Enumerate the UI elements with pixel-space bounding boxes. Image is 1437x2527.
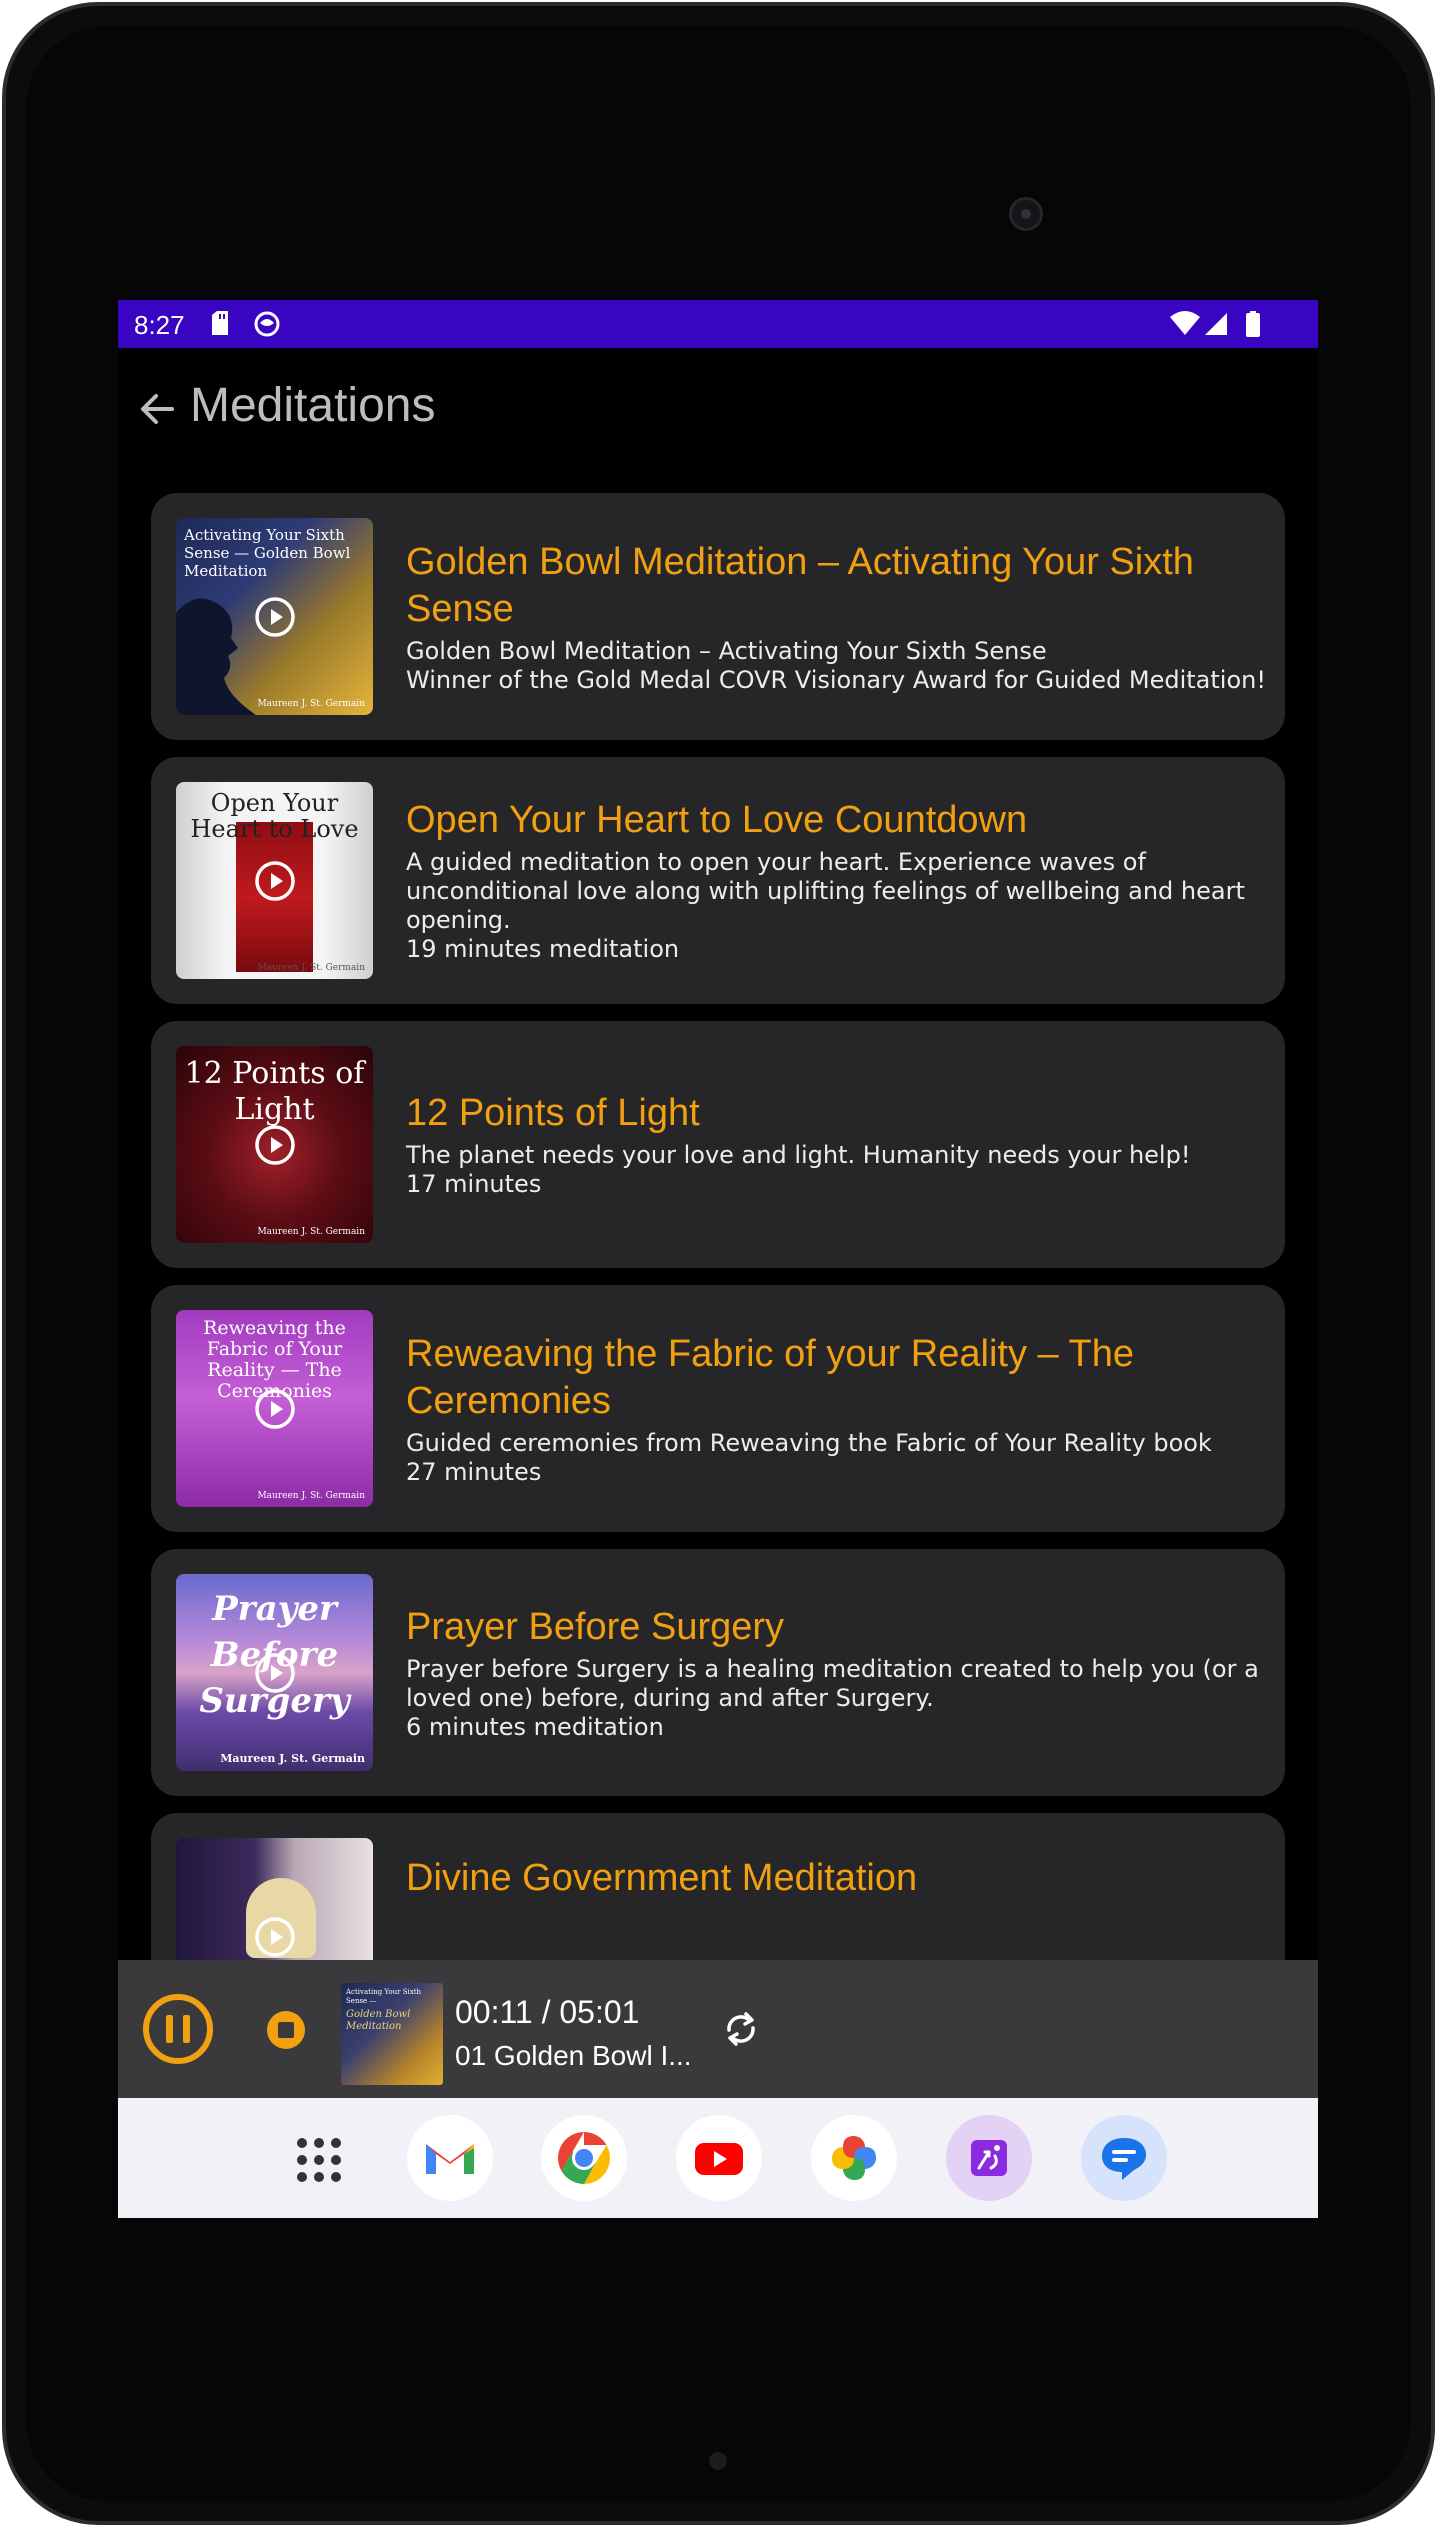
wifi-icon [1170,311,1200,335]
meditation-title: Prayer Before Surgery [406,1605,785,1648]
meditation-thumbnail: Open Your Heart to Love Maureen J. St. G… [176,782,373,979]
play-icon[interactable] [254,596,296,638]
meditation-thumbnail: Prayer Before Surgery Maureen J. St. Ger… [176,1574,373,1771]
stop-icon[interactable] [266,2010,306,2050]
meditation-info: Open Your Heart to Love Countdown A guid… [406,757,1275,1004]
chrome-icon[interactable] [541,2115,627,2201]
app-notification-icon [254,311,280,337]
play-icon[interactable] [254,1388,296,1430]
now-playing-thumbnail: Activating Your Sixth Sense — Golden Bow… [341,1983,443,2085]
play-icon[interactable] [254,1916,296,1958]
meditation-description: A guided meditation to open your heart. … [406,848,1245,934]
bottom-sensor [709,2452,727,2470]
meditation-title: Reweaving the Fabric of your Reality – T… [406,1332,1134,1422]
meditation-detail: 27 minutes [406,1457,542,1486]
repeat-icon[interactable] [720,2008,762,2050]
app-dock [118,2098,1318,2218]
screen: 8:27 Meditations Activating Your Sixth S… [118,300,1318,2218]
meditation-title: Golden Bowl Meditation – Activating Your… [406,540,1194,630]
meditation-card[interactable]: Open Your Heart to Love Maureen J. St. G… [151,757,1285,1004]
meditation-card[interactable]: 12 Points of Light Maureen J. St. Germai… [151,1021,1285,1268]
playback-time: 00:11 / 05:01 [455,1994,640,2030]
meditation-description: Prayer before Surgery is a healing medit… [406,1654,1259,1712]
thumbnail-author: Maureen J. St. Germain [257,963,365,973]
meditation-detail: 19 minutes meditation [406,935,680,963]
meditation-info: 12 Points of Light The planet needs your… [406,1021,1275,1268]
meditation-info: Golden Bowl Meditation – Activating Your… [406,493,1275,740]
status-time: 8:27 [134,310,185,340]
thumbnail-caption: 12 Points of Light [184,1056,365,1127]
meditation-detail: 6 minutes meditation [406,1712,664,1741]
sd-card-icon [212,311,228,335]
meditation-description: Guided ceremonies from Reweaving the Fab… [406,1428,1212,1457]
thumbnail-caption: Open Your Heart to Love [190,789,359,843]
status-bar: 8:27 [118,300,1318,348]
play-icon[interactable] [254,860,296,902]
meditation-detail: Winner of the Gold Medal COVR Visionary … [406,665,1266,694]
cellular-signal-icon [1205,313,1227,335]
pause-icon[interactable] [142,1993,214,2065]
meditation-description: Golden Bowl Meditation – Activating Your… [406,636,1047,665]
google-photos-icon[interactable] [811,2115,897,2201]
thumbnail-author: Maureen J. St. Germain [220,1752,365,1765]
battery-icon [1246,311,1260,337]
meditation-thumbnail: Reweaving the Fabric of Your Reality — T… [176,1310,373,1507]
back-arrow-icon[interactable] [132,384,182,434]
app-drawer-icon[interactable] [294,2135,344,2185]
meditation-card[interactable]: Activating Your Sixth Sense — Golden Bow… [151,493,1285,740]
meditation-card[interactable]: Prayer Before Surgery Maureen J. St. Ger… [151,1549,1285,1796]
front-camera [1009,197,1043,231]
app-bar: Meditations [118,348,1318,466]
meditation-info: Prayer Before Surgery Prayer before Surg… [406,1549,1275,1796]
thumbnail-caption: Activating Your Sixth Sense — Golden Bow… [184,526,351,580]
meditation-title: 12 Points of Light [406,1092,700,1134]
thumbnail-author: Maureen J. St. Germain [257,1491,365,1501]
fitness-app-icon[interactable] [946,2115,1032,2201]
meditation-thumbnail: Activating Your Sixth Sense — Golden Bow… [176,518,373,715]
meditation-detail: 17 minutes [406,1170,542,1198]
thumbnail-author: Maureen J. St. Germain [257,1227,365,1237]
thumbnail-author: Maureen J. St. Germain [257,699,365,709]
youtube-icon[interactable] [676,2115,762,2201]
play-icon[interactable] [254,1124,296,1166]
play-icon[interactable] [254,1652,296,1694]
tablet-device: 8:27 Meditations Activating Your Sixth S… [0,0,1437,2527]
gmail-icon[interactable] [407,2115,493,2201]
now-playing-thumbnail-caption: Activating Your Sixth Sense — [346,1988,422,2005]
meditation-list[interactable]: Activating Your Sixth Sense — Golden Bow… [118,466,1318,2218]
messages-icon[interactable] [1081,2115,1167,2201]
media-player-bar: Activating Your Sixth Sense — Golden Bow… [118,1960,1318,2098]
meditation-title: Open Your Heart to Love Countdown [406,799,1028,841]
meditation-description: The planet needs your love and light. Hu… [406,1141,1191,1169]
meditation-thumbnail: 12 Points of Light Maureen J. St. Germai… [176,1046,373,1243]
meditation-info: Reweaving the Fabric of your Reality – T… [406,1285,1275,1532]
meditation-card[interactable]: Reweaving the Fabric of Your Reality — T… [151,1285,1285,1532]
track-name: 01 Golden Bowl I... [455,2040,692,2071]
meditation-title: Divine Government Meditation [406,1857,918,1899]
page-title: Meditations [190,379,436,432]
now-playing-thumbnail-title: Golden Bowl Meditation [346,2009,411,2032]
